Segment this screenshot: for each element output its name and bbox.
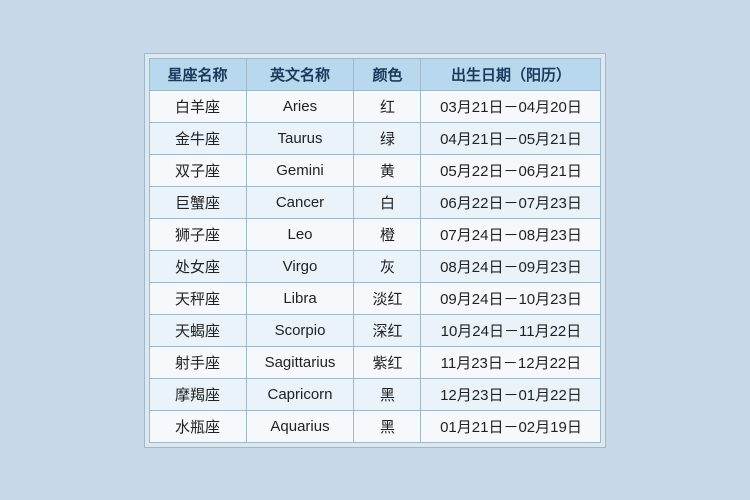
cell-color: 紫红 [354, 346, 421, 378]
table-body: 白羊座Aries红03月21日－04月20日金牛座Taurus绿04月21日－0… [149, 90, 601, 442]
table-row: 水瓶座Aquarius黑01月21日－02月19日 [149, 410, 601, 442]
table-row: 金牛座Taurus绿04月21日－05月21日 [149, 122, 601, 154]
cell-dates: 03月21日－04月20日 [421, 90, 601, 122]
table-row: 巨蟹座Cancer白06月22日－07月23日 [149, 186, 601, 218]
cell-chinese-name: 水瓶座 [149, 410, 246, 442]
cell-english-name: Gemini [246, 154, 354, 186]
cell-english-name: Libra [246, 282, 354, 314]
cell-chinese-name: 天秤座 [149, 282, 246, 314]
table-header-row: 星座名称 英文名称 颜色 出生日期（阳历） [149, 58, 601, 90]
header-color: 颜色 [354, 58, 421, 90]
cell-color: 黑 [354, 410, 421, 442]
cell-english-name: Virgo [246, 250, 354, 282]
table-row: 射手座Sagittarius紫红11月23日－12月22日 [149, 346, 601, 378]
cell-dates: 12月23日－01月22日 [421, 378, 601, 410]
table-row: 摩羯座Capricorn黑12月23日－01月22日 [149, 378, 601, 410]
table-row: 狮子座Leo橙07月24日－08月23日 [149, 218, 601, 250]
cell-english-name: Leo [246, 218, 354, 250]
cell-english-name: Capricorn [246, 378, 354, 410]
cell-english-name: Aquarius [246, 410, 354, 442]
cell-chinese-name: 金牛座 [149, 122, 246, 154]
cell-chinese-name: 天蝎座 [149, 314, 246, 346]
cell-dates: 07月24日－08月23日 [421, 218, 601, 250]
header-english-name: 英文名称 [246, 58, 354, 90]
table-row: 天秤座Libra淡红09月24日－10月23日 [149, 282, 601, 314]
header-dates: 出生日期（阳历） [421, 58, 601, 90]
cell-chinese-name: 狮子座 [149, 218, 246, 250]
cell-english-name: Scorpio [246, 314, 354, 346]
cell-chinese-name: 处女座 [149, 250, 246, 282]
cell-dates: 06月22日－07月23日 [421, 186, 601, 218]
cell-dates: 05月22日－06月21日 [421, 154, 601, 186]
table-row: 处女座Virgo灰08月24日－09月23日 [149, 250, 601, 282]
table-row: 天蝎座Scorpio深红10月24日－11月22日 [149, 314, 601, 346]
cell-color: 灰 [354, 250, 421, 282]
cell-color: 黑 [354, 378, 421, 410]
cell-dates: 11月23日－12月22日 [421, 346, 601, 378]
cell-color: 黄 [354, 154, 421, 186]
cell-english-name: Aries [246, 90, 354, 122]
cell-dates: 10月24日－11月22日 [421, 314, 601, 346]
zodiac-table: 星座名称 英文名称 颜色 出生日期（阳历） 白羊座Aries红03月21日－04… [149, 58, 602, 443]
cell-dates: 04月21日－05月21日 [421, 122, 601, 154]
cell-color: 绿 [354, 122, 421, 154]
cell-color: 白 [354, 186, 421, 218]
cell-color: 橙 [354, 218, 421, 250]
cell-chinese-name: 射手座 [149, 346, 246, 378]
cell-chinese-name: 白羊座 [149, 90, 246, 122]
cell-dates: 08月24日－09月23日 [421, 250, 601, 282]
table-row: 双子座Gemini黄05月22日－06月21日 [149, 154, 601, 186]
cell-english-name: Sagittarius [246, 346, 354, 378]
cell-english-name: Cancer [246, 186, 354, 218]
cell-chinese-name: 巨蟹座 [149, 186, 246, 218]
cell-dates: 01月21日－02月19日 [421, 410, 601, 442]
cell-chinese-name: 摩羯座 [149, 378, 246, 410]
zodiac-table-container: 星座名称 英文名称 颜色 出生日期（阳历） 白羊座Aries红03月21日－04… [144, 53, 607, 448]
cell-color: 深红 [354, 314, 421, 346]
cell-dates: 09月24日－10月23日 [421, 282, 601, 314]
cell-english-name: Taurus [246, 122, 354, 154]
cell-color: 淡红 [354, 282, 421, 314]
table-row: 白羊座Aries红03月21日－04月20日 [149, 90, 601, 122]
cell-chinese-name: 双子座 [149, 154, 246, 186]
cell-color: 红 [354, 90, 421, 122]
header-chinese-name: 星座名称 [149, 58, 246, 90]
